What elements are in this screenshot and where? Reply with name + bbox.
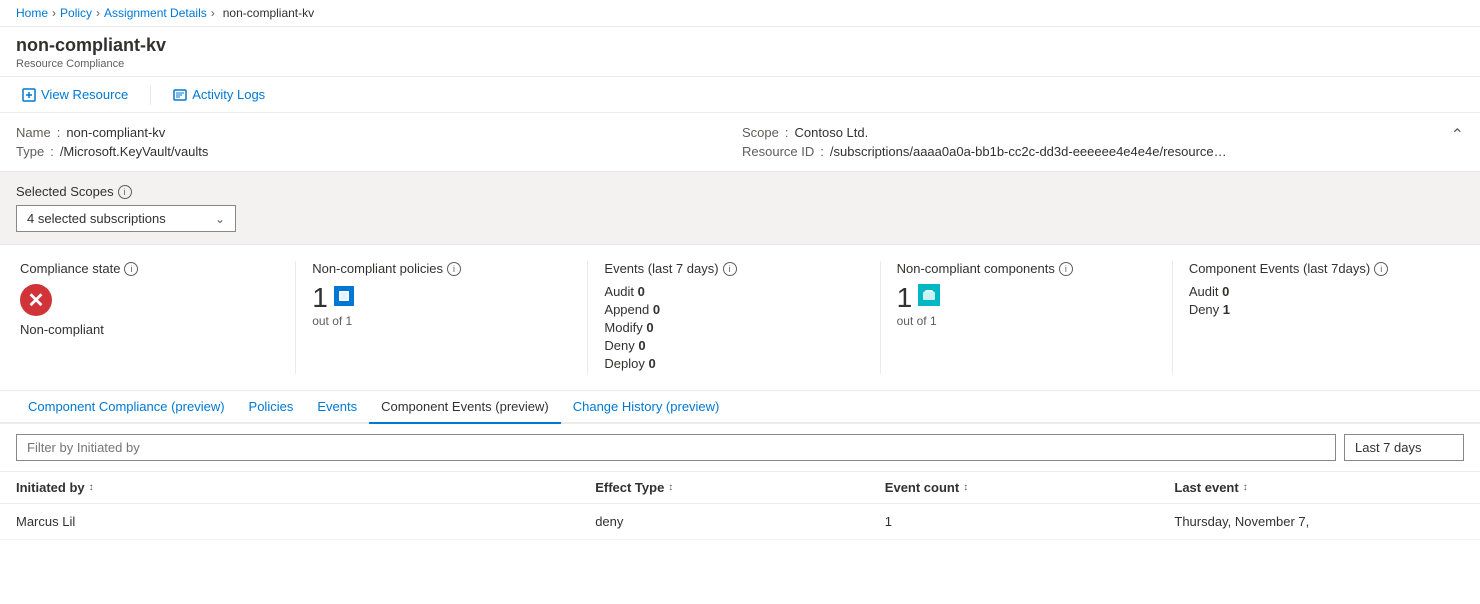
breadcrumb: Home › Policy › Assignment Details › non… [0, 0, 1480, 27]
components-out-of: out of 1 [897, 314, 1156, 328]
event-modify: Modify 0 [604, 320, 863, 335]
meta-resource-id-row: Resource ID : /subscriptions/aaaa0a0a-bb… [742, 144, 1464, 159]
components-count: 1 [897, 284, 913, 312]
col-event-count: Event count ↕ [885, 480, 1175, 495]
activity-logs-icon [173, 88, 187, 102]
table-container: Initiated by ↕ Effect Type ↕ Event count… [0, 472, 1480, 540]
view-resource-label: View Resource [41, 87, 128, 102]
component-events-list: Audit 0 Deny 1 [1189, 284, 1448, 317]
component-events-info-icon: i [1374, 262, 1388, 276]
scope-dropdown[interactable]: 4 selected subscriptions ⌄ [16, 205, 236, 232]
chevron-down-icon: ⌄ [215, 212, 225, 226]
cell-event-count: 1 [885, 514, 1175, 529]
tab-component-events[interactable]: Component Events (preview) [369, 391, 561, 424]
stat-component-events-title: Component Events (last 7days) i [1189, 261, 1448, 276]
scope-info-icon: i [118, 185, 132, 199]
activity-logs-label: Activity Logs [192, 87, 265, 102]
policy-type-icon [334, 286, 354, 306]
page-subtitle: Resource Compliance [16, 58, 1464, 70]
meta-resource-id-label: Resource ID [742, 144, 814, 159]
breadcrumb-home[interactable]: Home [16, 6, 48, 20]
component-type-icon [918, 284, 940, 306]
compliance-state-label: Non-compliant [20, 322, 279, 337]
tab-component-compliance[interactable]: Component Compliance (preview) [16, 391, 237, 424]
scope-section: Selected Scopes i 4 selected subscriptio… [0, 172, 1480, 245]
policies-out-of: out of 1 [312, 314, 571, 328]
meta-name-row: Name : non-compliant-kv [16, 125, 738, 140]
meta-type-label: Type [16, 144, 44, 159]
cell-effect-type: deny [595, 514, 885, 529]
filter-bar: Last 7 days [0, 424, 1480, 472]
table-header: Initiated by ↕ Effect Type ↕ Event count… [0, 472, 1480, 504]
event-audit: Audit 0 [604, 284, 863, 299]
page-title: non-compliant-kv [16, 35, 1464, 56]
page-header: non-compliant-kv Resource Compliance [0, 27, 1480, 77]
cell-initiated-by: Marcus Lil [16, 514, 595, 529]
stat-events-title: Events (last 7 days) i [604, 261, 863, 276]
cell-last-event: Thursday, November 7, [1174, 514, 1464, 529]
stat-events: Events (last 7 days) i Audit 0 Append 0 … [588, 261, 880, 374]
meta-type-value: /Microsoft.KeyVault/vaults [60, 144, 209, 159]
collapse-button[interactable]: ⌃ [1451, 125, 1464, 145]
filter-input[interactable] [16, 434, 1336, 461]
toolbar-divider [150, 85, 151, 105]
table-row: Marcus Lil deny 1 Thursday, November 7, [0, 504, 1480, 540]
meta-scope-value: Contoso Ltd. [795, 125, 869, 140]
components-info-icon: i [1059, 262, 1073, 276]
compliance-info-icon: i [124, 262, 138, 276]
activity-logs-button[interactable]: Activity Logs [167, 83, 271, 106]
component-event-audit: Audit 0 [1189, 284, 1448, 299]
breadcrumb-current: non-compliant-kv [223, 6, 314, 20]
sort-last-event-icon[interactable]: ↕ [1243, 482, 1248, 493]
col-last-event: Last event ↕ [1174, 480, 1464, 495]
stat-policies-title: Non-compliant policies i [312, 261, 571, 276]
event-deploy: Deploy 0 [604, 356, 863, 371]
policies-info-icon: i [447, 262, 461, 276]
meta-scope-row: Scope : Contoso Ltd. [742, 125, 1464, 140]
events-info-icon: i [723, 262, 737, 276]
meta-name-label: Name [16, 125, 51, 140]
selected-scopes-text: Selected Scopes [16, 184, 114, 199]
sort-event-count-icon[interactable]: ↕ [963, 482, 968, 493]
tab-change-history[interactable]: Change History (preview) [561, 391, 732, 424]
view-resource-button[interactable]: View Resource [16, 83, 134, 106]
stats-section: Compliance state i ✕ Non-compliant Non-c… [0, 245, 1480, 391]
scope-dropdown-value: 4 selected subscriptions [27, 211, 166, 226]
policies-count: 1 [312, 284, 328, 312]
meta-resource-id-value: /subscriptions/aaaa0a0a-bb1b-cc2c-dd3d-e… [830, 144, 1230, 159]
stat-compliance-title: Compliance state i [20, 261, 279, 276]
meta-name-value: non-compliant-kv [66, 125, 165, 140]
tab-events[interactable]: Events [305, 391, 369, 424]
stat-compliance-state: Compliance state i ✕ Non-compliant [16, 261, 296, 374]
component-event-deny: Deny 1 [1189, 302, 1448, 317]
breadcrumb-policy[interactable]: Policy [60, 6, 92, 20]
stat-component-events: Component Events (last 7days) i Audit 0 … [1173, 261, 1464, 374]
time-filter-value: Last 7 days [1355, 440, 1422, 455]
view-resource-icon [22, 88, 36, 102]
toolbar: View Resource Activity Logs [0, 77, 1480, 113]
stat-non-compliant-policies: Non-compliant policies i 1 out of 1 [296, 261, 588, 374]
col-effect-type: Effect Type ↕ [595, 480, 885, 495]
meta-scope-label: Scope [742, 125, 779, 140]
events-list: Audit 0 Append 0 Modify 0 Deny 0 Deploy … [604, 284, 863, 371]
breadcrumb-assignment-details[interactable]: Assignment Details [104, 6, 207, 20]
meta-type-row: Type : /Microsoft.KeyVault/vaults [16, 144, 738, 159]
tabs-bar: Component Compliance (preview) Policies … [0, 391, 1480, 424]
tab-policies[interactable]: Policies [237, 391, 306, 424]
stat-non-compliant-components: Non-compliant components i 1 out of 1 [881, 261, 1173, 374]
event-deny: Deny 0 [604, 338, 863, 353]
sort-effect-type-icon[interactable]: ↕ [668, 482, 673, 493]
stat-components-title: Non-compliant components i [897, 261, 1156, 276]
metadata-section: Name : non-compliant-kv Scope : Contoso … [0, 113, 1480, 172]
sort-initiated-by-icon[interactable]: ↕ [89, 482, 94, 493]
time-filter-dropdown[interactable]: Last 7 days [1344, 434, 1464, 461]
non-compliant-icon: ✕ [20, 284, 52, 316]
event-append: Append 0 [604, 302, 863, 317]
col-initiated-by: Initiated by ↕ [16, 480, 595, 495]
scope-label: Selected Scopes i [16, 184, 1464, 199]
